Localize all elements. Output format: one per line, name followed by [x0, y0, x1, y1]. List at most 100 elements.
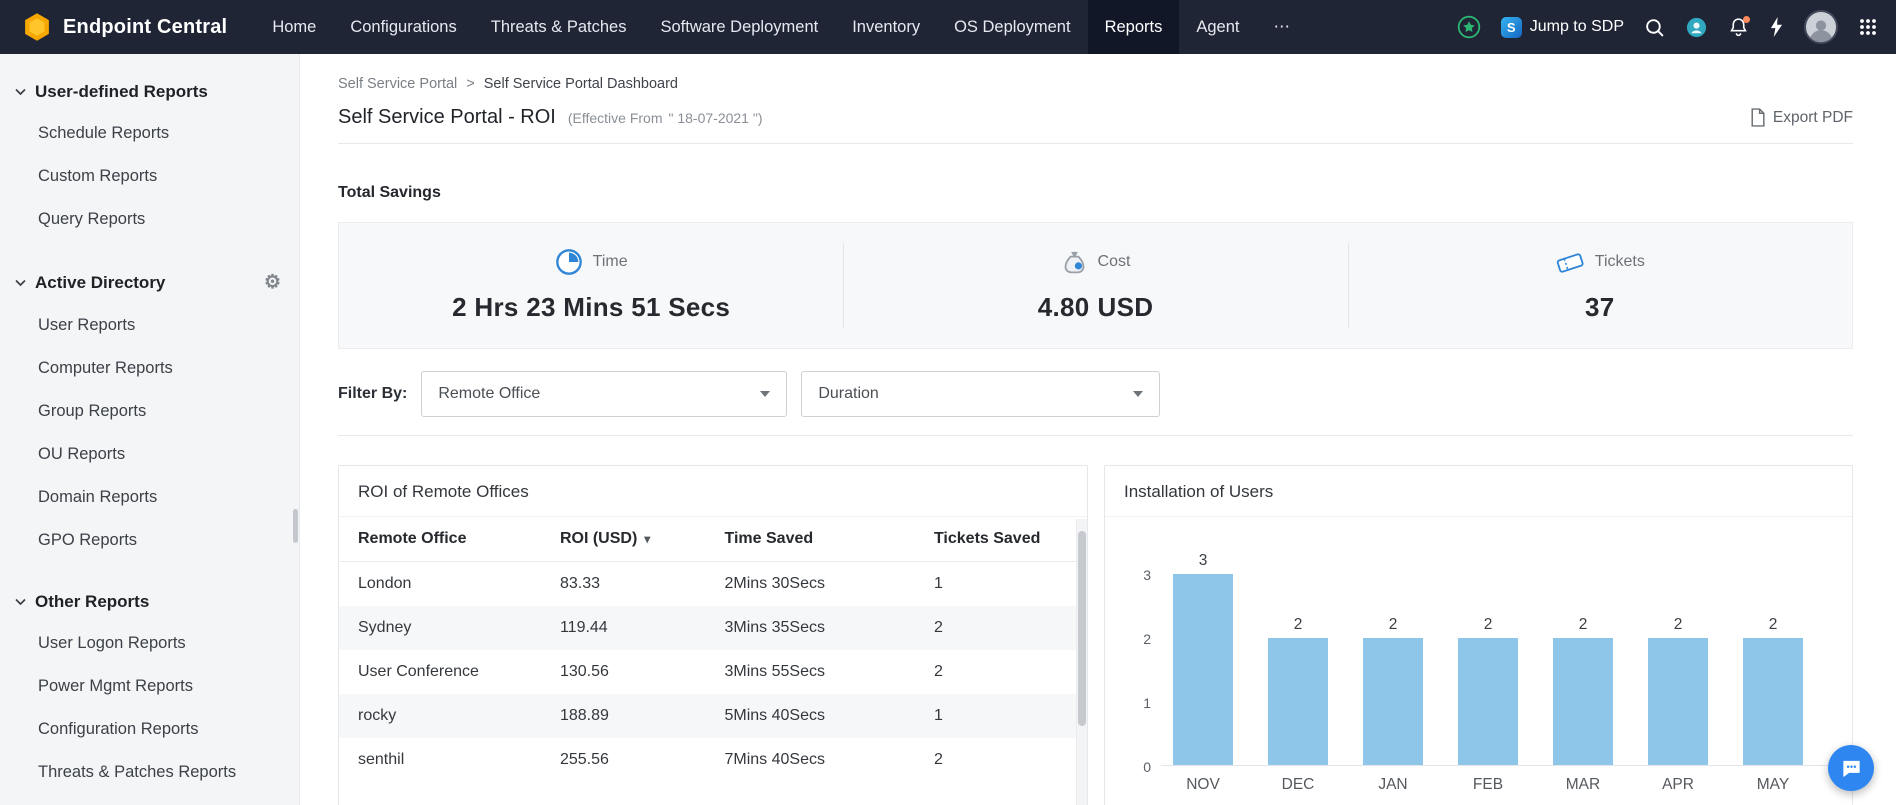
column-header-time-saved[interactable]: Time Saved: [705, 517, 915, 562]
column-header-roi-usd[interactable]: ROI (USD) ▾: [540, 517, 706, 562]
star-badge-icon[interactable]: [1457, 15, 1481, 39]
table-cell: 7Mins 40Secs: [724, 751, 826, 768]
chat-fab-button[interactable]: [1828, 745, 1874, 791]
table-cell: 1: [933, 575, 943, 592]
sidebar-item-query-reports[interactable]: Query Reports: [0, 198, 299, 241]
table-cell: 1: [914, 694, 1087, 738]
breadcrumb-current: Self Service Portal Dashboard: [483, 76, 678, 92]
table-row[interactable]: Sydney 119.44 3Mins 35Secs 2: [339, 606, 1087, 650]
duration-dropdown[interactable]: Duration: [801, 371, 1161, 417]
x-tick-label: MAY: [1756, 776, 1790, 793]
chevron-down-icon: [760, 391, 771, 397]
table-scrollbar-track[interactable]: [1076, 519, 1087, 805]
nav-item-threats-patches[interactable]: Threats & Patches: [474, 0, 644, 54]
table-cell: rocky: [339, 694, 541, 738]
table-cell: 130.56: [559, 663, 609, 680]
sidebar-item-user-reports[interactable]: User Reports: [0, 304, 299, 347]
sidebar-scrollbar-thumb[interactable]: [293, 509, 298, 543]
user-avatar[interactable]: [1804, 10, 1838, 44]
bar[interactable]: [1173, 574, 1233, 766]
brand-name: Endpoint Central: [63, 15, 228, 38]
sidebar-item-domain-reports[interactable]: Domain Reports: [0, 476, 299, 519]
nav-item-more[interactable]: ⋯: [1256, 0, 1307, 54]
breadcrumb: Self Service Portal > Self Service Porta…: [338, 76, 1853, 92]
sidebar-section-header-other-reports[interactable]: Other Reports: [0, 582, 299, 622]
nav-item-software-deployment[interactable]: Software Deployment: [643, 0, 835, 54]
money-bag-icon: [1061, 249, 1088, 276]
nav-item-reports[interactable]: Reports: [1087, 0, 1180, 54]
bar[interactable]: [1743, 638, 1803, 766]
chevron-down-icon: [1133, 391, 1144, 397]
export-pdf-label: Export PDF: [1772, 108, 1853, 126]
table-cell: 2: [933, 751, 943, 768]
bar[interactable]: [1363, 638, 1423, 766]
search-icon[interactable]: [1644, 17, 1665, 38]
page-body: User-defined Reports Schedule Reports Cust…: [0, 54, 1896, 805]
table-cell: 83.33: [559, 575, 600, 592]
brand[interactable]: Endpoint Central: [0, 0, 255, 54]
export-pdf-button[interactable]: Export PDF: [1749, 108, 1853, 127]
bar-group-mar: 2 MAR: [1553, 616, 1613, 800]
sidebar-item-configuration-reports[interactable]: Configuration Reports: [0, 708, 299, 751]
jump-to-sdp-button[interactable]: S Jump to SDP: [1500, 16, 1624, 38]
nav-item-inventory[interactable]: Inventory: [835, 0, 937, 54]
table-scrollbar-thumb[interactable]: [1078, 531, 1086, 726]
table-cell: 255.56: [559, 751, 609, 768]
table-row[interactable]: London 83.33 2Mins 30Secs 1: [339, 562, 1087, 607]
apps-grid-icon[interactable]: [1858, 17, 1878, 37]
quick-actions-bolt-icon[interactable]: [1769, 17, 1784, 37]
bar[interactable]: [1268, 638, 1328, 766]
ticket-icon: [1555, 249, 1585, 276]
sidebar-item-ou-reports[interactable]: OU Reports: [0, 433, 299, 476]
sidebar-item-custom-reports[interactable]: Custom Reports: [0, 155, 299, 198]
notification-bell-icon[interactable]: [1728, 15, 1750, 38]
bar[interactable]: [1553, 638, 1613, 766]
time-label: Time: [592, 253, 628, 270]
cost-label: Cost: [1097, 253, 1131, 270]
nav-item-home[interactable]: Home: [255, 0, 333, 54]
column-header-remote-office[interactable]: Remote Office: [339, 517, 541, 562]
table-row[interactable]: senthil 255.56 7Mins 40Secs 2: [339, 738, 1087, 782]
column-header-tickets-saved[interactable]: Tickets Saved: [914, 517, 1087, 562]
roi-table: Remote Office ROI (USD) ▾ Time Saved Tickets…: [339, 517, 1087, 782]
y-tick-label: 0: [1143, 759, 1151, 775]
sidebar-item-group-reports[interactable]: Group Reports: [0, 390, 299, 433]
sidebar-item-user-logon-reports[interactable]: User Logon Reports: [0, 622, 299, 665]
table-cell: 5Mins 40Secs: [705, 694, 915, 738]
table-row[interactable]: User Conference 130.56 3Mins 55Secs 2: [339, 650, 1087, 694]
savings-cost-column: Cost 4.80 USD: [843, 223, 1347, 348]
roi-table-body: London 83.33 2Mins 30Secs 1 Sydney 119.44 3Min…: [339, 562, 1087, 783]
sidebar-section-header-active-directory[interactable]: Active Directory ⚙: [0, 261, 299, 304]
y-tick-label: 3: [1143, 567, 1151, 583]
gear-icon[interactable]: ⚙: [264, 271, 281, 294]
jump-to-sdp-label: Jump to SDP: [1529, 18, 1624, 35]
installation-chart-title: Installation of Users: [1105, 466, 1852, 517]
sidebar-item-power-mgmt-reports[interactable]: Power Mgmt Reports: [0, 665, 299, 708]
sidebar-section-header-user-defined-reports[interactable]: User-defined Reports: [0, 72, 299, 112]
installation-chart: 0 1 2 3 3 NOV 2 DEC 2 JAN 2 FEB 2 MAR 2 APR 2 MAY: [1105, 517, 1852, 800]
table-cell: 188.89: [540, 694, 706, 738]
filter-divider: [338, 435, 1853, 436]
remote-office-dropdown[interactable]: Remote Office: [421, 371, 788, 417]
assistant-icon[interactable]: [1685, 16, 1708, 39]
sidebar-item-computer-reports[interactable]: Computer Reports: [0, 347, 299, 390]
bar-value-label: 2: [1673, 616, 1683, 633]
bar[interactable]: [1458, 638, 1518, 766]
sort-desc-icon[interactable]: ▾: [644, 532, 650, 546]
table-cell: senthil: [358, 751, 405, 768]
nav-item-configurations[interactable]: Configurations: [333, 0, 473, 54]
sidebar-item-gpo-reports[interactable]: GPO Reports: [0, 519, 299, 562]
bar[interactable]: [1648, 638, 1708, 766]
nav-item-agent[interactable]: Agent: [1179, 0, 1256, 54]
bar-group-jan: 2 JAN: [1363, 616, 1423, 800]
sidebar-item-schedule-reports[interactable]: Schedule Reports: [0, 112, 299, 155]
chevron-down-icon: [15, 279, 26, 287]
roi-table-card: ROI of Remote Offices Remote Office ROI (…: [338, 465, 1088, 805]
sidebar-item-threats-patches-reports[interactable]: Threats & Patches Reports: [0, 751, 299, 794]
nav-item-os-deployment[interactable]: OS Deployment: [937, 0, 1087, 54]
breadcrumb-parent[interactable]: Self Service Portal: [338, 76, 457, 92]
table-row[interactable]: rocky 188.89 5Mins 40Secs 1: [339, 694, 1087, 738]
roi-table-head-row: Remote Office ROI (USD) ▾ Time Saved Tickets…: [339, 517, 1087, 562]
filter-by-label: Filter By:: [338, 385, 408, 402]
main-content: Self Service Portal > Self Service Porta…: [300, 54, 1896, 805]
